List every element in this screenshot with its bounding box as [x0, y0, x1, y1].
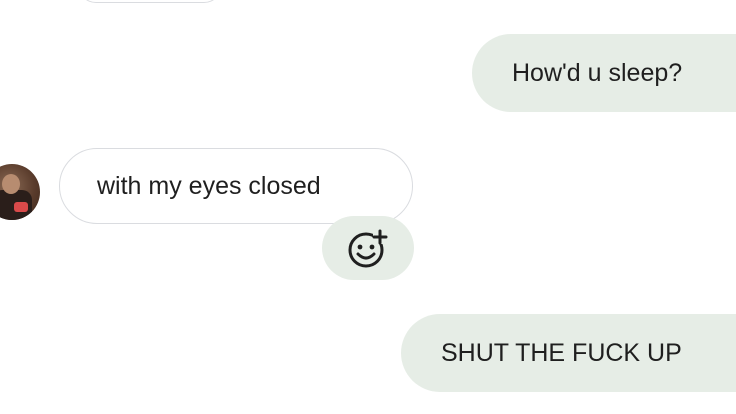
received-message-bubble[interactable]: with my eyes closed [59, 148, 413, 224]
previous-message-bubble [78, 0, 222, 3]
message-text: SHUT THE FUCK UP [441, 338, 682, 367]
message-text: How'd u sleep? [512, 58, 683, 87]
contact-avatar[interactable] [0, 164, 40, 220]
message-text: with my eyes closed [97, 171, 321, 200]
sent-message-bubble[interactable]: How'd u sleep? [472, 34, 736, 112]
add-reaction-button[interactable] [322, 216, 414, 280]
avatar-badge [14, 202, 28, 212]
avatar-head [2, 174, 20, 194]
add-reaction-icon [348, 229, 388, 268]
sent-message-bubble[interactable]: SHUT THE FUCK UP [401, 314, 736, 392]
